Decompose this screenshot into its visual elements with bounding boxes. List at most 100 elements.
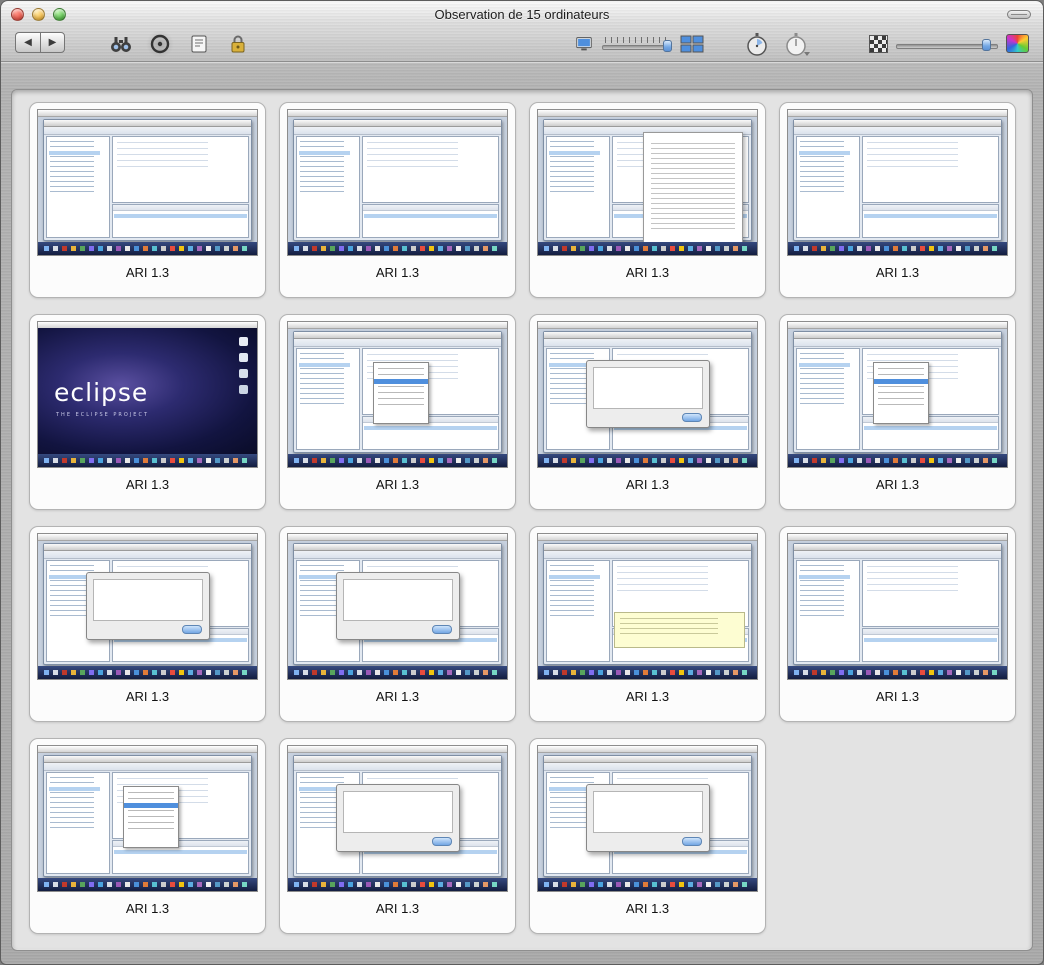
mini-dock-icons	[44, 458, 49, 463]
lock-screen-button[interactable]	[224, 30, 252, 58]
forward-button[interactable]: ▶	[40, 32, 65, 53]
mini-menubar	[288, 322, 507, 329]
binoculars-icon	[111, 37, 131, 52]
screens-grid-icon	[680, 35, 704, 53]
screen-thumbnail: eclipse THE ECLIPSE PROJECT	[537, 109, 758, 256]
mini-titlebar	[794, 332, 1001, 339]
mini-dock	[538, 878, 757, 891]
mini-titlebar	[44, 120, 251, 127]
computer-label: ARI 1.3	[125, 265, 170, 280]
computer-label: ARI 1.3	[125, 477, 170, 492]
eclipse-logo-text: eclipse	[54, 378, 149, 407]
computer-cell[interactable]: eclipse THE ECLIPSE PROJECT ARI 1.3	[779, 526, 1016, 722]
computer-cell[interactable]: eclipse THE ECLIPSE PROJECT ARI 1.3	[529, 314, 766, 510]
computer-label: ARI 1.3	[125, 901, 170, 916]
computer-grid: eclipse THE ECLIPSE PROJECT ARI 1.3	[12, 90, 1032, 946]
mini-left-panel	[296, 136, 361, 238]
titlebar[interactable]: Observation de 15 ordinateurs	[1, 1, 1043, 27]
mini-toolbar	[544, 551, 751, 559]
mini-window	[543, 331, 752, 453]
mini-left-panel	[546, 136, 611, 238]
mini-dock	[38, 454, 257, 467]
observe-button[interactable]	[146, 30, 174, 58]
back-button[interactable]: ◀	[15, 32, 40, 53]
mini-left-panel	[796, 136, 861, 238]
mini-window	[293, 331, 502, 453]
mini-dock	[788, 454, 1007, 467]
computer-cell[interactable]: eclipse THE ECLIPSE PROJECT ARI 1.3	[279, 738, 516, 934]
screen-size-slider[interactable]	[602, 36, 672, 53]
mini-window	[543, 543, 752, 665]
computer-cell[interactable]: eclipse THE ECLIPSE PROJECT ARI 1.3	[529, 102, 766, 298]
mini-titlebar	[44, 544, 251, 551]
computer-label: ARI 1.3	[625, 901, 670, 916]
refresh-delay-button[interactable]	[743, 31, 771, 59]
computer-cell[interactable]: eclipse THE ECLIPSE PROJECT ARI 1.3	[529, 526, 766, 722]
checkerboard-icon	[869, 34, 888, 53]
mini-dialog	[585, 360, 710, 428]
timer-menu-button[interactable]	[784, 31, 812, 59]
mini-window	[293, 543, 502, 665]
stopwatch-icon	[747, 33, 767, 56]
mini-window	[543, 755, 752, 877]
computer-cell[interactable]: eclipse THE ECLIPSE PROJECT ARI 1.3	[29, 526, 266, 722]
mini-context-menu	[122, 786, 179, 848]
quality-slider[interactable]	[896, 35, 998, 52]
mini-dock-icons	[294, 882, 299, 887]
mini-dialog	[335, 784, 460, 852]
quality-control	[869, 34, 1029, 53]
mini-dialog	[585, 784, 710, 852]
screen-thumbnail: eclipse THE ECLIPSE PROJECT	[537, 533, 758, 680]
mini-window	[43, 543, 252, 665]
mini-dock-icons	[294, 670, 299, 675]
mini-toolbar	[794, 551, 1001, 559]
computer-cell[interactable]: eclipse THE ECLIPSE PROJECT ARI 1.3	[779, 102, 1016, 298]
toolbar-toggle-widget[interactable]	[1007, 10, 1031, 19]
mini-toolbar	[294, 551, 501, 559]
computer-cell[interactable]: eclipse THE ECLIPSE PROJECT ARI 1.3	[529, 738, 766, 934]
mini-document	[643, 132, 743, 254]
computer-label: ARI 1.3	[375, 265, 420, 280]
mini-titlebar	[544, 332, 751, 339]
mini-dock	[788, 242, 1007, 255]
mini-dock-icons	[794, 246, 799, 251]
mini-dock-icons	[294, 246, 299, 251]
computer-cell[interactable]: eclipse THE ECLIPSE PROJECT ARI 1.3	[279, 102, 516, 298]
computer-cell[interactable]: eclipse THE ECLIPSE PROJECT ARI 1.3	[29, 102, 266, 298]
mini-dock	[288, 454, 507, 467]
mini-context-menu	[372, 362, 429, 424]
mini-main-panel	[362, 136, 499, 203]
mini-titlebar	[294, 332, 501, 339]
mini-bottom-panel	[862, 628, 999, 662]
screen-thumbnail: eclipse THE ECLIPSE PROJECT	[37, 745, 258, 892]
mini-dock	[538, 454, 757, 467]
lock-icon	[231, 35, 245, 53]
screen-thumbnail: eclipse THE ECLIPSE PROJECT	[37, 321, 258, 468]
computer-cell[interactable]: eclipse THE ECLIPSE PROJECT ARI 1.3	[279, 314, 516, 510]
computer-cell[interactable]: eclipse THE ECLIPSE PROJECT ARI 1.3	[29, 314, 266, 510]
computer-label: ARI 1.3	[875, 265, 920, 280]
mini-dock	[538, 242, 757, 255]
slider-thumb[interactable]	[981, 39, 991, 51]
mini-titlebar	[294, 756, 501, 763]
mini-titlebar	[544, 756, 751, 763]
window-title: Observation de 15 ordinateurs	[434, 7, 610, 22]
mini-titlebar	[794, 120, 1001, 127]
computer-cell[interactable]: eclipse THE ECLIPSE PROJECT ARI 1.3	[779, 314, 1016, 510]
mini-main-panel	[862, 560, 999, 627]
computer-cell[interactable]: eclipse THE ECLIPSE PROJECT ARI 1.3	[29, 738, 266, 934]
computer-label: ARI 1.3	[375, 901, 420, 916]
mini-dock-icons	[44, 246, 49, 251]
mini-toolbar	[544, 763, 751, 771]
mini-menubar	[538, 534, 757, 541]
slider-thumb[interactable]	[663, 39, 672, 52]
mini-dock	[288, 666, 507, 679]
message-button[interactable]	[185, 30, 213, 58]
screen-thumbnail: eclipse THE ECLIPSE PROJECT	[537, 745, 758, 892]
mini-dock-icons	[794, 670, 799, 675]
mini-menubar	[788, 534, 1007, 541]
stopwatch-menu-icon	[786, 33, 810, 56]
mini-window	[293, 755, 502, 877]
search-button[interactable]	[107, 30, 135, 58]
computer-cell[interactable]: eclipse THE ECLIPSE PROJECT ARI 1.3	[279, 526, 516, 722]
